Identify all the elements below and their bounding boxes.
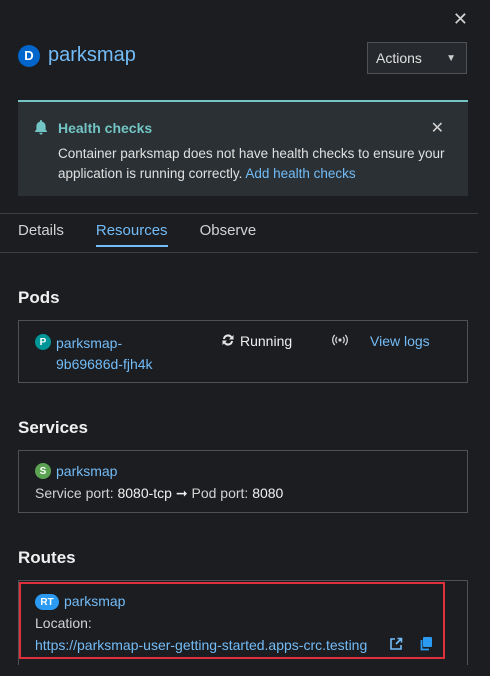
routes-heading: Routes — [18, 548, 76, 567]
pod-name-link[interactable]: parksmap- 9b69686d-fjh4k — [56, 333, 153, 375]
signal-icon — [332, 333, 348, 350]
pod-name-line2: 9b69686d-fjh4k — [56, 356, 153, 372]
route-card: RT parksmap Location: https://parksmap-u… — [18, 580, 468, 665]
copy-icon[interactable] — [419, 636, 433, 654]
add-health-checks-link[interactable]: Add health checks — [245, 166, 355, 181]
divider — [0, 213, 478, 214]
sync-icon — [221, 333, 235, 350]
view-logs-link[interactable]: View logs — [370, 333, 430, 349]
divider — [0, 252, 478, 253]
pod-status: Running — [240, 333, 293, 349]
service-badge: S — [35, 463, 51, 479]
service-name-link[interactable]: parksmap — [56, 463, 117, 479]
pod-name-line1: parksmap- — [56, 335, 123, 351]
pod-card: P parksmap- 9b69686d-fjh4k Running View … — [18, 320, 468, 383]
actions-dropdown[interactable]: Actions ▼ — [367, 42, 467, 74]
caret-down-icon: ▼ — [446, 52, 456, 64]
pods-heading: Pods — [18, 288, 60, 307]
route-name-link[interactable]: parksmap — [64, 593, 125, 609]
location-label: Location: — [35, 615, 92, 631]
tab-resources[interactable]: Resources — [95, 222, 168, 247]
external-link-icon[interactable] — [389, 637, 403, 654]
alert-message: Container parksmap does not have health … — [58, 144, 452, 184]
pod-port-label: Pod port: — [191, 485, 249, 501]
tab-details[interactable]: Details — [18, 222, 64, 247]
page-title: parksmap — [48, 44, 136, 66]
deployment-badge: D — [18, 44, 40, 67]
service-ports: Service port: 8080-tcp ➞ Pod port: 8080 — [35, 485, 283, 502]
tab-observe[interactable]: Observe — [200, 222, 257, 247]
service-port-value: 8080-tcp — [117, 485, 172, 501]
resource-title: D parksmap — [18, 44, 136, 67]
route-url-link[interactable]: https://parksmap-user-getting-started.ap… — [35, 637, 367, 653]
services-heading: Services — [18, 418, 88, 437]
service-card: S parksmap Service port: 8080-tcp ➞ Pod … — [18, 450, 468, 513]
service-port-label: Service port: — [35, 485, 114, 501]
alert-title: Health checks — [58, 120, 153, 136]
pod-badge: P — [35, 334, 51, 350]
close-alert-button[interactable]: ✕ — [431, 118, 444, 138]
pod-port-value: 8080 — [252, 485, 284, 501]
close-panel-button[interactable]: ✕ — [453, 10, 468, 28]
tab-bar: Details Resources Observe — [18, 222, 288, 247]
health-checks-alert: Health checks Container parksmap does no… — [18, 100, 468, 196]
arrow-right-icon: ➞ — [175, 485, 188, 501]
bell-icon — [34, 120, 48, 138]
route-badge: RT — [35, 594, 59, 610]
actions-label: Actions — [376, 50, 422, 66]
